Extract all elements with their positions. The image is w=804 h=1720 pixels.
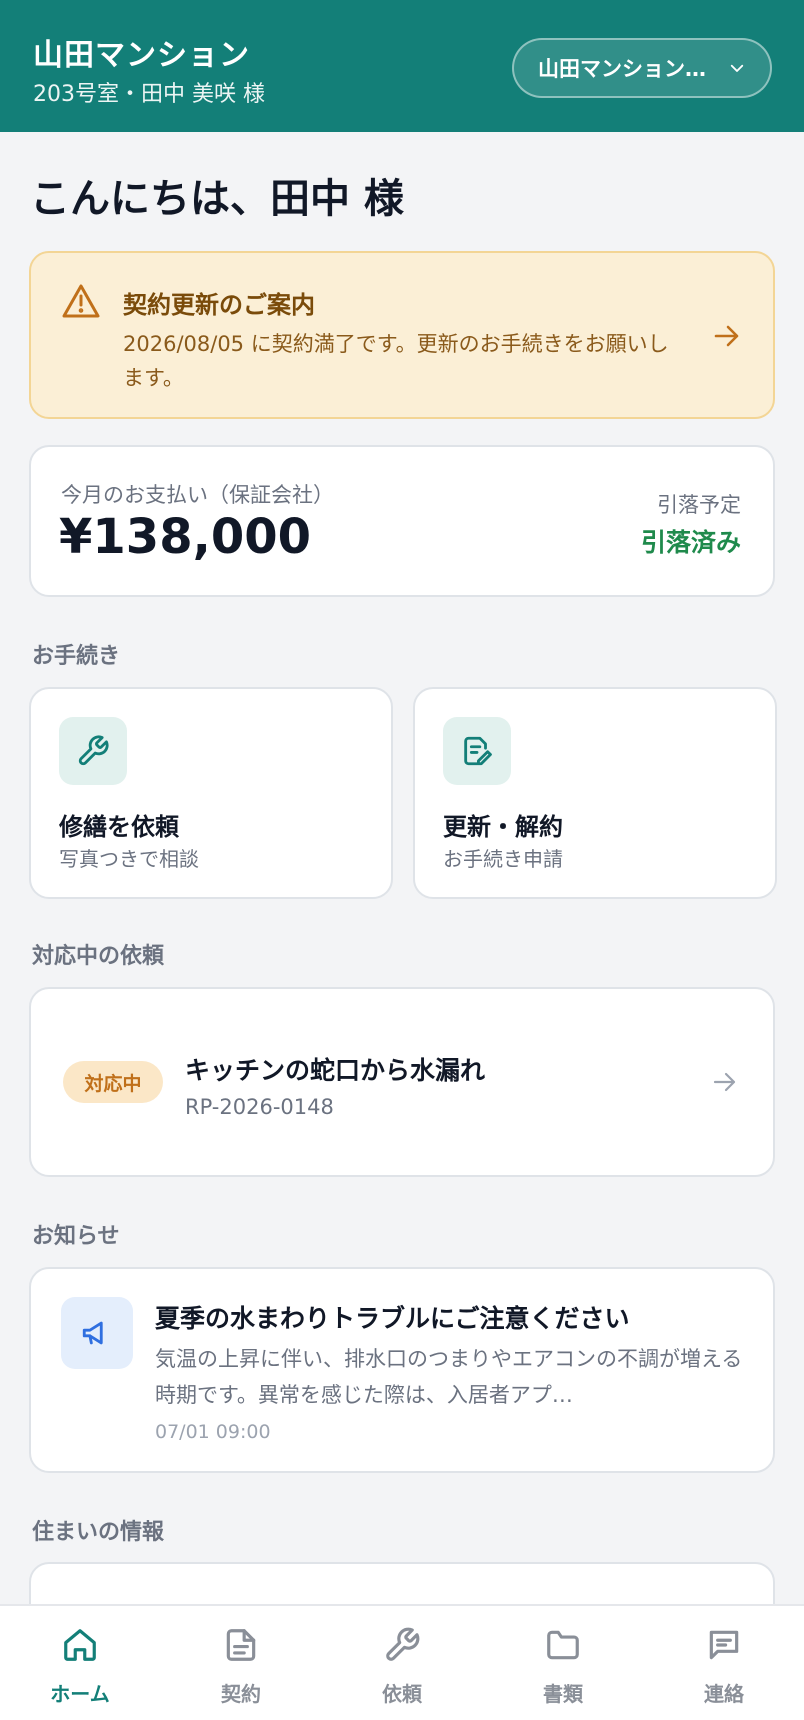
- warning-icon: [62, 284, 100, 318]
- chevron-down-icon: [730, 64, 744, 72]
- notice-title: 夏季の水まわりトラブルにご注意ください: [155, 1304, 630, 1333]
- section-title-active-requests: 対応中の依頼: [32, 944, 165, 969]
- bottom-nav: ホーム 契約 依頼 書類 連絡: [0, 1604, 804, 1720]
- notice-timestamp: 07/01 09:00: [155, 1421, 271, 1443]
- repair-tile-title: 修繕を依頼: [59, 813, 179, 841]
- repair-request-tile[interactable]: 修繕を依頼 写真つきで相談: [29, 687, 393, 899]
- nav-label-contact: 連絡: [704, 1682, 744, 1706]
- nav-item-contract[interactable]: 契約: [161, 1606, 321, 1720]
- megaphone-icon: [82, 1321, 103, 1345]
- nav-label-home: ホーム: [50, 1682, 110, 1706]
- wrench-icon: [386, 1627, 420, 1661]
- payment-schedule-label: 引落予定: [657, 493, 741, 517]
- renewal-alert[interactable]: 契約更新のご案内 2026/08/05 に契約満了です。更新のお手続きをお願いし…: [29, 251, 775, 419]
- arrow-right-icon: [713, 1072, 736, 1092]
- unit-tenant-subtitle: 203号室・田中 美咲 様: [33, 82, 265, 107]
- payment-card: 今月のお支払い（保証会社） ¥138,000 引落予定 引落済み: [29, 445, 775, 597]
- section-title-notices: お知らせ: [32, 1224, 120, 1249]
- nav-label-contract: 契約: [221, 1682, 261, 1706]
- nav-item-request[interactable]: 依頼: [322, 1606, 482, 1720]
- renewal-icon-box: [443, 717, 511, 785]
- payment-status: 引落済み: [640, 528, 741, 557]
- notice-body: 気温の上昇に伴い、排水口のつまりやエアコンの不調が増える時期です。異常を感じた際…: [155, 1347, 743, 1407]
- chat-icon: [709, 1630, 739, 1660]
- repair-icon-box: [59, 717, 127, 785]
- wrench-icon: [78, 735, 109, 766]
- request-item[interactable]: 対応中 キッチンの蛇口から水漏れ RP-2026-0148: [29, 987, 775, 1177]
- payment-label: 今月のお支払い（保証会社）: [61, 483, 334, 507]
- nav-item-documents[interactable]: 書類: [483, 1606, 643, 1720]
- greeting-heading: こんにちは、田中 様: [30, 176, 404, 222]
- document-icon: [226, 1629, 256, 1661]
- property-selector-label: 山田マンション…: [538, 57, 706, 81]
- property-selector[interactable]: 山田マンション…: [512, 38, 772, 98]
- arrow-right-icon: [714, 325, 739, 347]
- request-title: キッチンの蛇口から水漏れ: [185, 1056, 486, 1085]
- document-edit-icon: [464, 736, 492, 766]
- home-icon: [64, 1629, 96, 1661]
- repair-tile-subtitle: 写真つきで相談: [59, 847, 199, 871]
- folder-icon: [547, 1630, 579, 1660]
- notice-icon-box: [61, 1297, 133, 1369]
- renewal-tile-title: 更新・解約: [443, 813, 563, 841]
- status-badge: 対応中: [63, 1061, 163, 1103]
- section-title-procedures: お手続き: [32, 644, 121, 669]
- section-title-home-info: 住まいの情報: [32, 1520, 165, 1545]
- nav-item-home[interactable]: ホーム: [0, 1606, 160, 1720]
- request-id: RP-2026-0148: [185, 1095, 334, 1119]
- nav-label-request: 依頼: [382, 1682, 422, 1706]
- nav-item-contact[interactable]: 連絡: [644, 1606, 804, 1720]
- nav-label-documents: 書類: [543, 1682, 583, 1706]
- renewal-tile-subtitle: お手続き申請: [443, 847, 563, 871]
- property-title: 山田マンション: [33, 38, 250, 73]
- renewal-cancel-tile[interactable]: 更新・解約 お手続き申請: [413, 687, 777, 899]
- notice-item[interactable]: 夏季の水まわりトラブルにご注意ください 気温の上昇に伴い、排水口のつまりやエアコ…: [29, 1267, 775, 1473]
- alert-body: 2026/08/05 に契約満了です。更新のお手続きをお願いします。: [123, 332, 669, 390]
- app-header: 山田マンション 203号室・田中 美咲 様 山田マンション…: [0, 0, 804, 132]
- payment-amount: ¥138,000: [59, 509, 312, 565]
- alert-title: 契約更新のご案内: [123, 291, 315, 319]
